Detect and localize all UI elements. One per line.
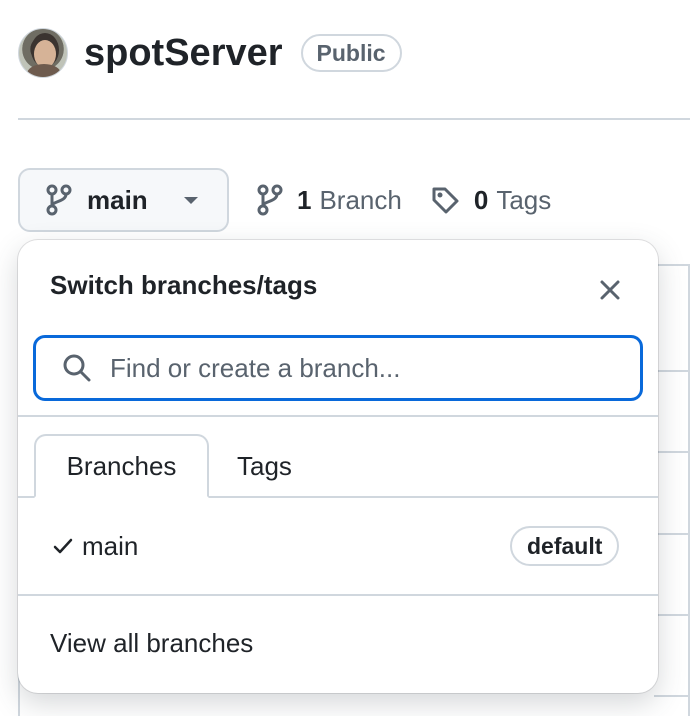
default-branch-badge: default	[510, 526, 620, 566]
dropdown-title: Switch branches/tags	[50, 270, 318, 300]
branch-tag-dropdown: Switch branches/tags Branches Tags	[18, 240, 658, 693]
background-file-row-divider	[654, 451, 690, 453]
repository-name[interactable]: spotServer	[84, 34, 283, 72]
git-branch-icon	[256, 184, 284, 216]
tag-count: 0	[473, 184, 489, 215]
owner-avatar[interactable]	[18, 28, 68, 78]
chevron-down-icon	[183, 196, 198, 204]
search-icon	[62, 353, 92, 383]
branch-search-field[interactable]	[33, 335, 643, 401]
background-file-row-divider	[654, 264, 690, 266]
branch-list-item[interactable]: main default	[18, 498, 658, 594]
tag-count-label: Tags	[496, 184, 552, 215]
branch-tag-counts: 1 Branch 0 Tags	[256, 184, 551, 216]
branch-count-label: Branch	[319, 184, 402, 215]
visibility-badge: Public	[300, 34, 402, 72]
branch-toolbar: main 1 Branch 0 Tags	[18, 168, 551, 232]
tab-branches[interactable]: Branches	[34, 434, 209, 498]
branch-tag-tabs: Branches Tags	[34, 434, 316, 498]
branch-name: main	[82, 530, 139, 561]
branch-selector-button[interactable]: main	[18, 168, 229, 232]
branch-search-input[interactable]	[108, 351, 608, 385]
git-branch-icon	[45, 184, 73, 216]
background-file-row-divider	[654, 533, 690, 535]
background-file-row-divider	[654, 614, 690, 616]
close-icon	[600, 280, 620, 300]
tab-tags[interactable]: Tags	[213, 434, 316, 498]
branch-list-divider	[18, 594, 658, 596]
background-file-row-divider	[654, 370, 690, 372]
background-file-row-divider	[654, 695, 690, 697]
repository-page: spotServer Public main 1 Branch 0 Tags S…	[0, 0, 690, 716]
branches-link[interactable]: 1 Branch	[256, 184, 402, 216]
search-divider	[18, 415, 658, 417]
current-branch-name: main	[87, 184, 148, 215]
view-all-branches-link[interactable]: View all branches	[50, 628, 253, 659]
tags-link[interactable]: 0 Tags	[430, 185, 551, 216]
check-icon	[52, 536, 74, 556]
repository-header: spotServer Public	[18, 28, 402, 78]
branch-count: 1	[297, 184, 312, 215]
close-button[interactable]	[593, 273, 627, 307]
header-divider	[18, 118, 690, 120]
tag-icon	[430, 185, 461, 216]
